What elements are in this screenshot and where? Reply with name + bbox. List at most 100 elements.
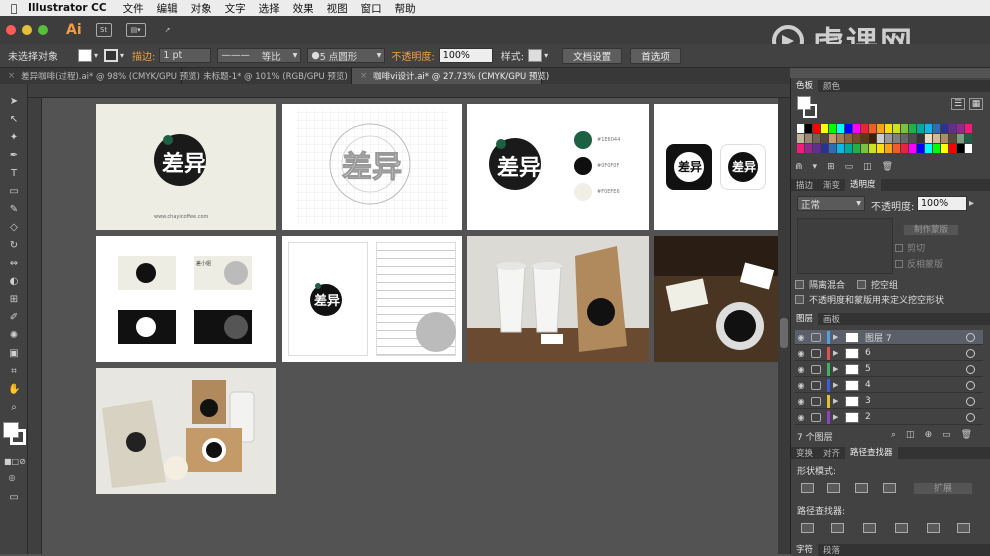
- swatch[interactable]: [885, 144, 892, 153]
- target-icon[interactable]: [966, 396, 975, 406]
- paintbrush-tool-icon[interactable]: ✎: [8, 204, 20, 216]
- layer-row[interactable]: ◉ ▶ 4: [795, 378, 983, 393]
- swatch[interactable]: [933, 134, 940, 143]
- list-view-icon[interactable]: ☰: [951, 98, 965, 110]
- expand-layer-icon[interactable]: ▶: [833, 413, 841, 421]
- close-window-button[interactable]: [6, 25, 16, 35]
- swatch-libraries-icon[interactable]: ⋒: [795, 162, 803, 174]
- swatch[interactable]: [877, 124, 884, 133]
- stroke-label[interactable]: 描边:: [132, 48, 155, 63]
- type-tool-icon[interactable]: T: [8, 168, 20, 180]
- stock-icon[interactable]: St: [95, 23, 112, 37]
- target-icon[interactable]: [966, 348, 975, 358]
- layer-row[interactable]: ◉ ▶ 2: [795, 410, 983, 425]
- swatch[interactable]: [901, 124, 908, 133]
- tab-align[interactable]: 对齐: [818, 447, 845, 459]
- artboard-cups-bag-mockup[interactable]: [467, 236, 649, 362]
- opacity-field[interactable]: 100%: [438, 48, 493, 63]
- swatch[interactable]: [965, 144, 972, 153]
- arrange-documents-icon[interactable]: ▤▾: [125, 23, 146, 37]
- shape-builder-icon[interactable]: ◐: [8, 276, 20, 288]
- grid-view-icon[interactable]: ▦: [969, 98, 983, 110]
- artboard-bag-mockup[interactable]: [96, 368, 276, 494]
- send-icon[interactable]: ➚: [160, 23, 176, 37]
- stroke-profile-dropdown[interactable]: ——— 等比 ▾: [217, 48, 302, 63]
- swatch[interactable]: [917, 134, 924, 143]
- swatch[interactable]: [909, 134, 916, 143]
- color-mode-icon[interactable]: ■□⊘: [4, 456, 26, 468]
- swatch[interactable]: [949, 134, 956, 143]
- fill-swatch[interactable]: ▾: [78, 48, 98, 63]
- preferences-button[interactable]: 首选项: [630, 47, 681, 64]
- swatch[interactable]: [829, 144, 836, 153]
- swatch[interactable]: [949, 144, 956, 153]
- swatch[interactable]: [877, 134, 884, 143]
- slice-tool-icon[interactable]: ⌗: [8, 366, 20, 378]
- menu-help[interactable]: 帮助: [395, 1, 416, 16]
- exclude-icon[interactable]: [883, 483, 896, 493]
- new-swatch-icon[interactable]: ◫: [863, 162, 872, 174]
- expand-layer-icon[interactable]: ▶: [833, 365, 841, 373]
- swatch[interactable]: [861, 144, 868, 153]
- screen-mode-icon[interactable]: ▭: [8, 492, 20, 504]
- expand-layer-icon[interactable]: ▶: [833, 381, 841, 389]
- menu-view[interactable]: 视图: [327, 1, 348, 16]
- swatch[interactable]: [941, 144, 948, 153]
- lock-icon[interactable]: [811, 364, 821, 374]
- artboard-logo-cream[interactable]: 差异 www.chayicoffee.com: [96, 104, 276, 230]
- target-icon[interactable]: [966, 412, 975, 422]
- menu-object[interactable]: 对象: [191, 1, 212, 16]
- swatch[interactable]: [837, 134, 844, 143]
- swatch[interactable]: [965, 134, 972, 143]
- swatch[interactable]: [885, 134, 892, 143]
- swatch[interactable]: [821, 144, 828, 153]
- swatch[interactable]: [957, 144, 964, 153]
- minus-back-icon[interactable]: [957, 523, 970, 533]
- visibility-eye-icon[interactable]: ◉: [795, 365, 807, 374]
- divide-icon[interactable]: [801, 523, 814, 533]
- visibility-eye-icon[interactable]: ◉: [795, 381, 807, 390]
- invert-mask-checkbox[interactable]: [895, 260, 903, 268]
- layer-row[interactable]: ◉ ▶ 6: [795, 346, 983, 361]
- tab-gradient[interactable]: 渐变: [818, 179, 845, 191]
- swatch[interactable]: [917, 124, 924, 133]
- visibility-eye-icon[interactable]: ◉: [795, 413, 807, 422]
- tab-document-2[interactable]: × 未标题-1* @ 101% (RGB/GPU 预览): [182, 68, 352, 84]
- menu-type[interactable]: 文字: [225, 1, 246, 16]
- brush-dropdown[interactable]: ● 5 点圆形 ▾: [307, 48, 386, 63]
- intersect-icon[interactable]: [855, 483, 868, 493]
- delete-layer-icon[interactable]: 🗑: [961, 430, 972, 440]
- swatch[interactable]: [861, 134, 868, 143]
- tab-character[interactable]: 字符: [791, 544, 819, 556]
- artboard-letterhead[interactable]: 差异: [282, 236, 462, 362]
- swatch[interactable]: [805, 124, 812, 133]
- target-icon[interactable]: [966, 380, 975, 390]
- swatch[interactable]: [813, 144, 820, 153]
- artboard-table-mockup[interactable]: [654, 236, 778, 362]
- swatch-kinds-icon[interactable]: ▾: [813, 162, 818, 174]
- close-tab-icon[interactable]: ×: [190, 71, 197, 81]
- opacity-label[interactable]: 不透明度:: [391, 48, 434, 63]
- symbol-sprayer-icon[interactable]: ✺: [8, 330, 20, 342]
- document-setup-button[interactable]: 文档设置: [562, 47, 623, 64]
- isolate-blending-checkbox[interactable]: [795, 280, 804, 289]
- swatch[interactable]: [893, 144, 900, 153]
- swatch[interactable]: [829, 124, 836, 133]
- tab-transparency[interactable]: 透明度: [845, 179, 881, 191]
- lock-icon[interactable]: [811, 380, 821, 390]
- lock-icon[interactable]: [811, 396, 821, 406]
- swatch[interactable]: [853, 134, 860, 143]
- swatch[interactable]: [949, 124, 956, 133]
- swatch[interactable]: [813, 134, 820, 143]
- swatch[interactable]: [797, 134, 804, 143]
- locate-object-icon[interactable]: ⌕: [891, 430, 896, 440]
- new-color-group-icon[interactable]: ▭: [845, 162, 854, 174]
- layer-row[interactable]: ◉ ▶ 3: [795, 394, 983, 409]
- swatch[interactable]: [893, 134, 900, 143]
- new-layer-icon[interactable]: ▭: [942, 430, 951, 440]
- swatch[interactable]: [797, 144, 804, 153]
- swatch[interactable]: [869, 134, 876, 143]
- width-tool-icon[interactable]: ⇔: [8, 258, 20, 270]
- stroke-weight-field[interactable]: 1 pt: [159, 48, 212, 63]
- swatch[interactable]: [821, 134, 828, 143]
